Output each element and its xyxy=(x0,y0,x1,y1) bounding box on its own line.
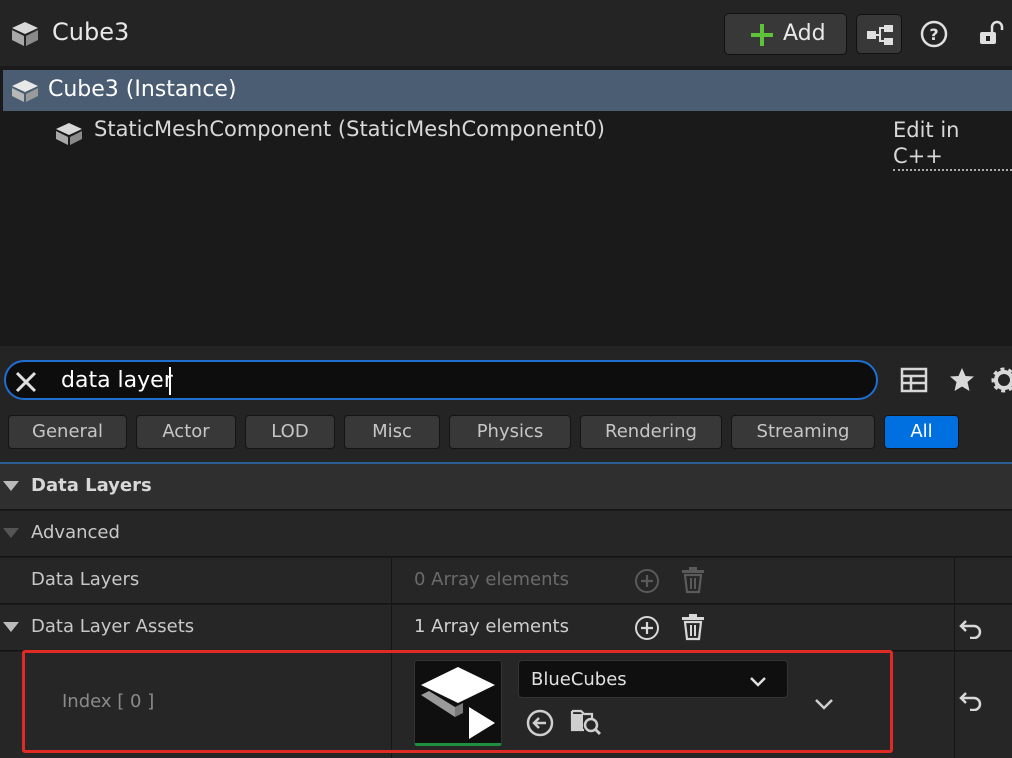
category-label: Data Layers xyxy=(31,475,152,496)
search-input[interactable] xyxy=(61,364,861,396)
highlight-box xyxy=(22,650,893,753)
filter-physics[interactable]: Physics xyxy=(449,415,571,449)
reset-to-default-icon[interactable] xyxy=(958,689,984,715)
clear-search-icon[interactable] xyxy=(14,370,38,398)
filter-streaming[interactable]: Streaming xyxy=(731,415,875,449)
filter-misc[interactable]: Misc xyxy=(344,415,440,449)
property-data-layer-assets: Data Layer Assets 1 Array elements xyxy=(0,605,1012,651)
help-icon[interactable]: ? xyxy=(919,19,949,53)
search-box[interactable] xyxy=(4,360,878,400)
column-divider xyxy=(954,558,955,603)
add-element-icon[interactable] xyxy=(633,614,661,646)
column-divider xyxy=(954,652,955,758)
plus-icon xyxy=(749,22,775,48)
property-data-layers: Data Layers 0 Array elements xyxy=(0,558,1012,604)
add-component-button[interactable]: Add xyxy=(724,13,847,55)
category-advanced[interactable]: Advanced xyxy=(0,511,1012,557)
static-mesh-component-icon xyxy=(54,121,84,151)
text-caret xyxy=(169,367,171,395)
reset-to-default-icon[interactable] xyxy=(958,617,984,643)
static-mesh-actor-icon xyxy=(10,78,40,108)
array-count: 1 Array elements xyxy=(414,616,569,637)
category-data-layers[interactable]: Data Layers xyxy=(0,464,1012,510)
collapse-arrow-icon[interactable] xyxy=(3,481,19,491)
add-element-icon xyxy=(633,567,661,599)
filter-actor[interactable]: Actor xyxy=(136,415,236,449)
category-label: Advanced xyxy=(31,522,120,543)
svg-text:?: ? xyxy=(929,25,938,44)
property-label: Data Layer Assets xyxy=(31,616,195,637)
star-icon[interactable] xyxy=(948,366,976,398)
unlock-icon[interactable] xyxy=(976,18,1006,52)
tree-item-label: StaticMeshComponent (StaticMeshComponent… xyxy=(94,117,605,141)
edit-in-cpp-link[interactable]: Edit in C++ xyxy=(893,117,1012,171)
actor-title: Cube3 xyxy=(52,18,130,46)
column-divider[interactable] xyxy=(391,558,392,603)
gear-icon[interactable] xyxy=(990,366,1012,398)
column-divider xyxy=(954,605,955,650)
array-count: 0 Array elements xyxy=(414,569,569,590)
property-matrix-icon[interactable] xyxy=(900,367,928,397)
collapse-arrow-icon[interactable] xyxy=(3,528,19,538)
trash-icon[interactable] xyxy=(680,613,706,645)
property-label: Data Layers xyxy=(31,569,140,590)
tree-item-static-mesh-component[interactable]: StaticMeshComponent (StaticMeshComponent… xyxy=(0,114,1012,171)
column-divider[interactable] xyxy=(391,605,392,650)
tree-item-instance[interactable]: Cube3 (Instance) xyxy=(3,70,1012,111)
blueprint-button[interactable] xyxy=(856,14,902,54)
static-mesh-actor-icon xyxy=(10,20,40,48)
filter-general[interactable]: General xyxy=(8,415,127,449)
collapse-arrow-icon[interactable] xyxy=(3,622,19,632)
add-button-label: Add xyxy=(783,21,826,46)
filter-lod[interactable]: LOD xyxy=(245,415,335,449)
tree-item-label: Cube3 (Instance) xyxy=(48,77,237,102)
details-filter-bar: General Actor LOD Misc Physics Rendering… xyxy=(0,346,1012,462)
component-tree: Cube3 (Instance) StaticMeshComponent (St… xyxy=(0,66,1012,346)
trash-icon xyxy=(680,566,706,598)
details-panel: Data Layers Advanced Data Layers 0 Array… xyxy=(0,462,1012,758)
filter-all[interactable]: All xyxy=(884,415,959,449)
details-header: Cube3 Add ? xyxy=(0,0,1012,66)
filter-rendering[interactable]: Rendering xyxy=(580,415,722,449)
